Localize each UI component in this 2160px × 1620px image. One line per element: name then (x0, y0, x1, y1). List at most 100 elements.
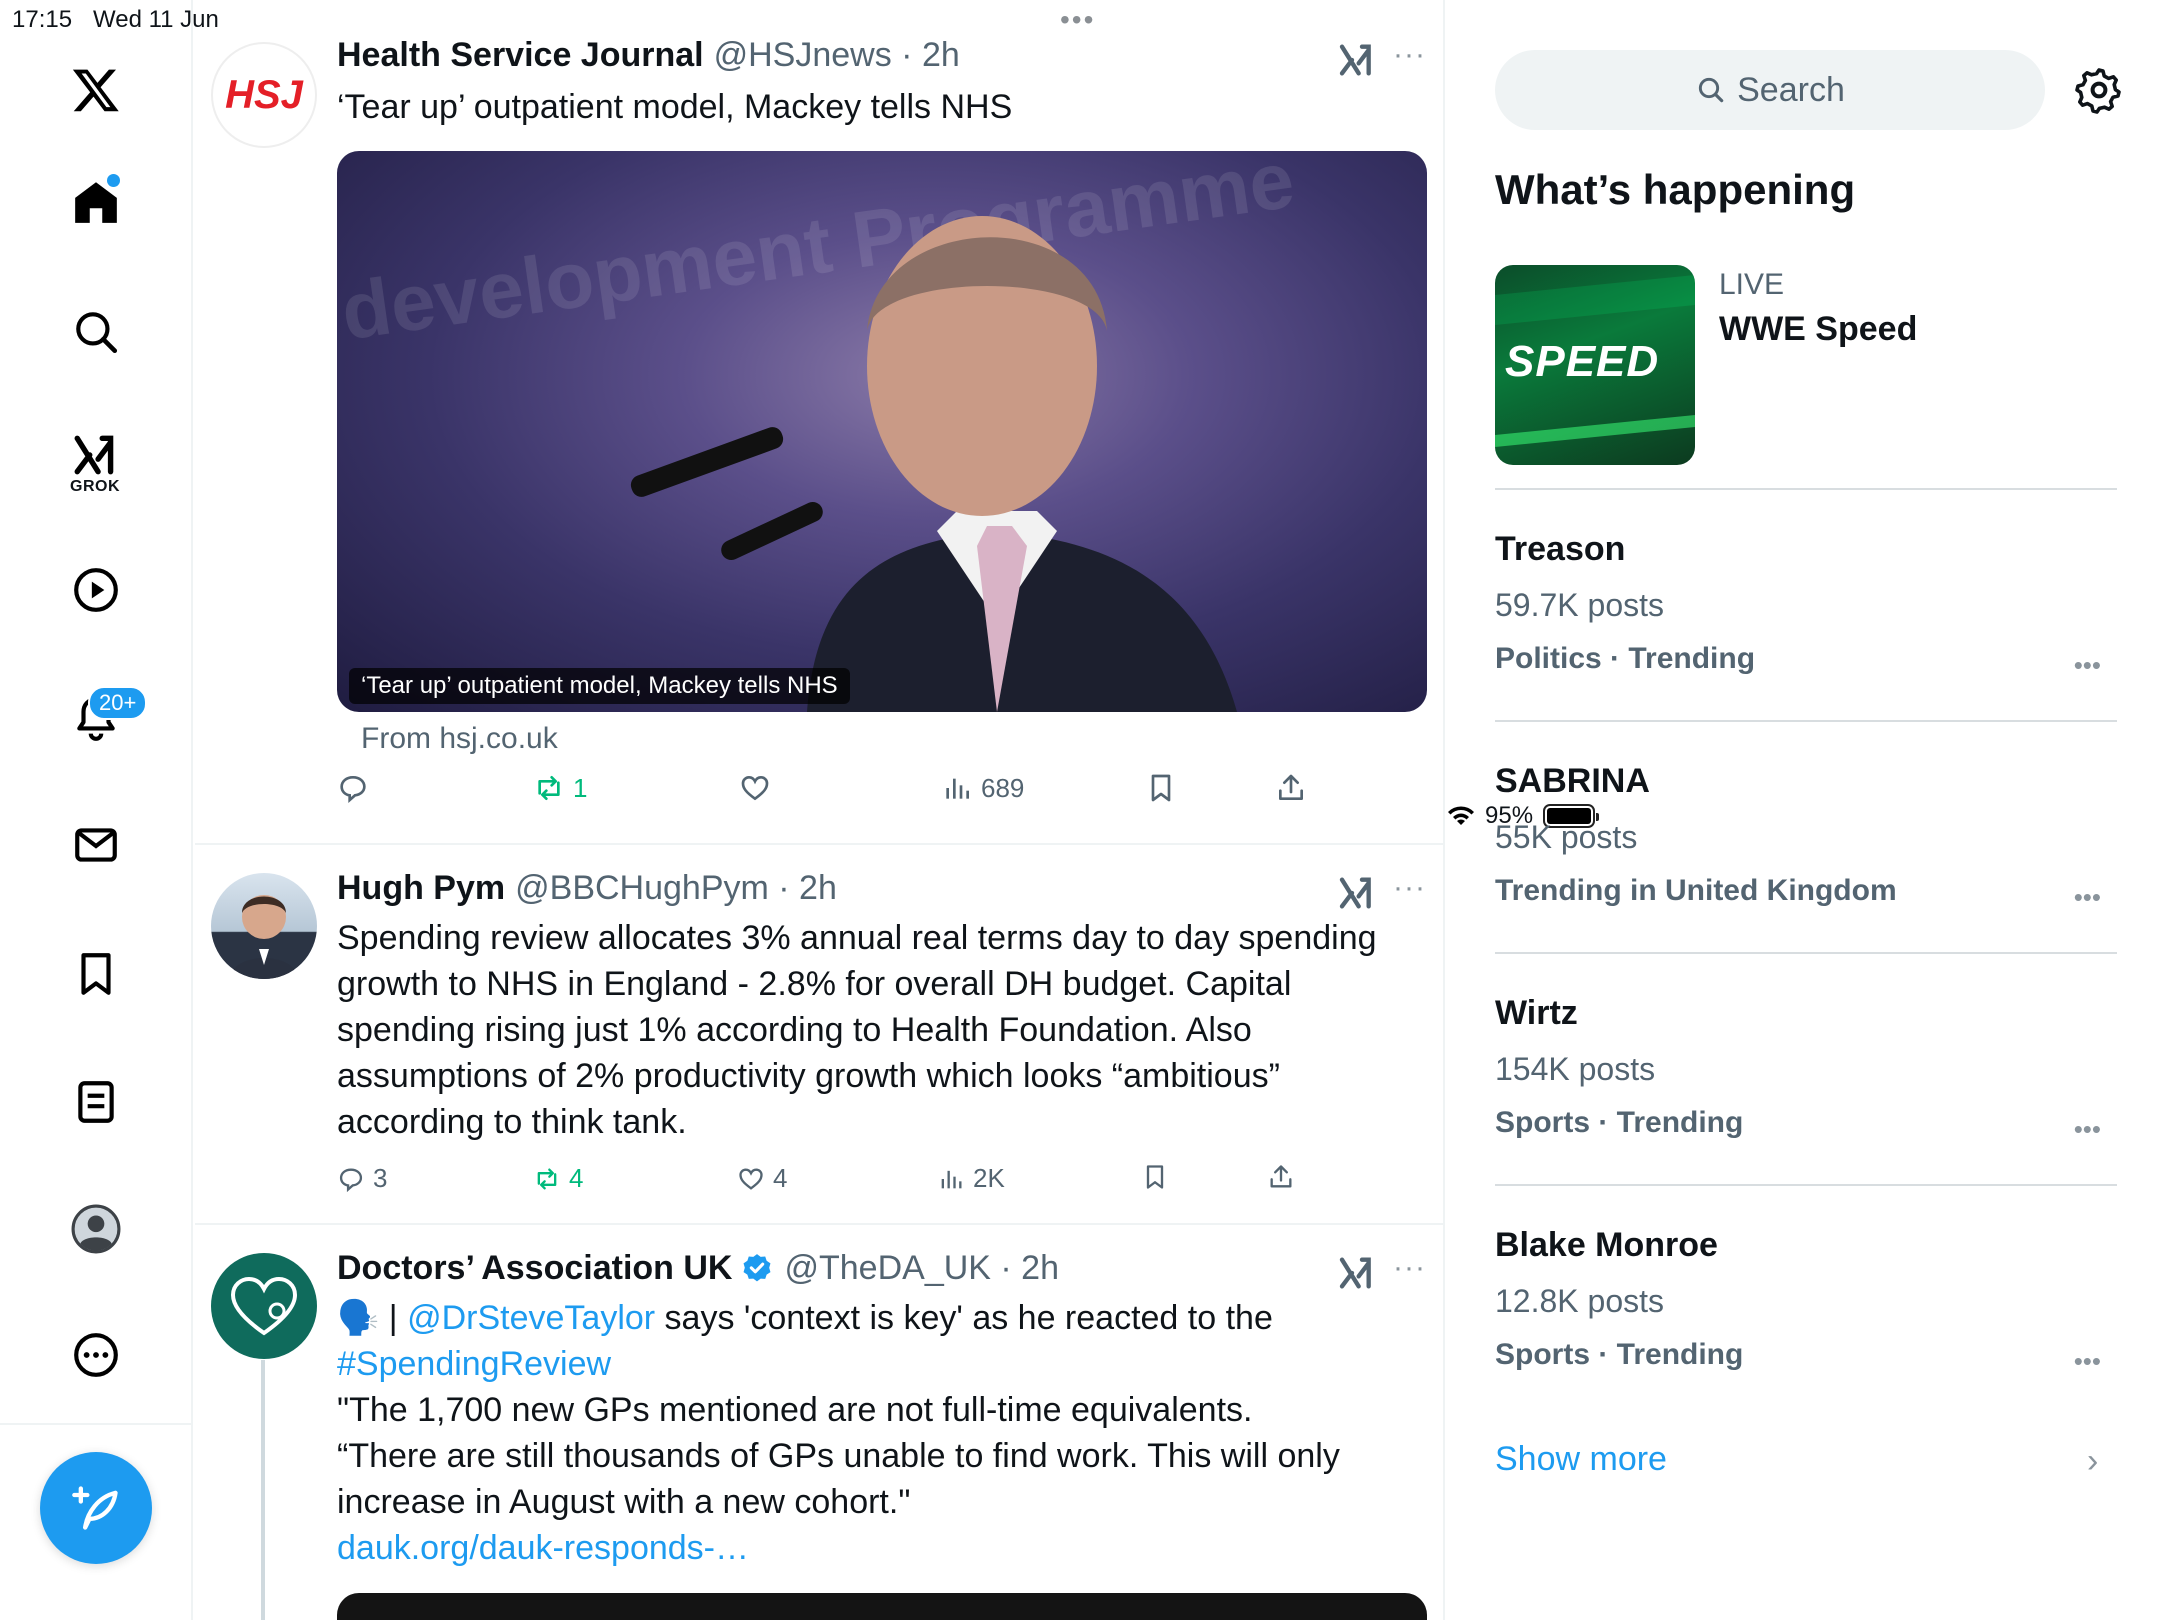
post-header: Doctors’ Association UK @TheDA_UK · 2h (337, 1249, 1059, 1288)
author-name[interactable]: Hugh Pym (337, 869, 505, 908)
repost-count: 1 (573, 772, 588, 803)
trend-item[interactable]: Blake Monroe 12.8K posts Sports · Trendi… (1495, 1226, 2117, 1416)
like-button[interactable]: 4 (737, 1163, 787, 1194)
bookmark-button[interactable] (1141, 1163, 1169, 1191)
trend-post-count: 59.7K posts (1495, 587, 1664, 623)
hsj-logo: HSJ (225, 72, 303, 117)
trend-category: Trending in United Kingdom (1495, 874, 1897, 907)
divider (1495, 488, 2117, 490)
lists-icon[interactable] (66, 1072, 126, 1132)
trend-more-icon[interactable]: ••• (2074, 1114, 2101, 1145)
grok-icon[interactable] (66, 425, 126, 485)
divider (1495, 720, 2117, 722)
search-input[interactable]: Search (1495, 50, 2045, 130)
search-placeholder: Search (1737, 70, 1845, 109)
nav-divider (0, 1423, 193, 1425)
views-button[interactable]: 2K (937, 1163, 1005, 1194)
compose-feather-icon (72, 1486, 118, 1530)
right-sidebar: Search What’s happening SPEED LIVE WWE S… (1447, 0, 2160, 1620)
trend-post-count: 12.8K posts (1495, 1283, 1664, 1319)
post-media-image[interactable]: development Programme ‘Tear up’ outpatie… (337, 151, 1427, 712)
media-portrait-illustration (630, 216, 1237, 712)
repost-button[interactable]: 4 (533, 1163, 583, 1194)
quote-line-2: “There are still thousands of GPs unable… (337, 1437, 1340, 1521)
trend-more-icon[interactable]: ••• (2074, 650, 2101, 681)
thread-line (261, 1360, 265, 1620)
post-text: Spending review allocates 3% annual real… (337, 919, 1377, 1141)
author-handle[interactable]: @TheDA_UK · 2h (784, 1249, 1059, 1288)
trend-name: Treason (1495, 530, 1626, 568)
trend-item[interactable]: Treason 59.7K posts Politics · Trending … (1495, 530, 2117, 720)
video-play-icon[interactable] (66, 560, 126, 620)
post-hugh-pym[interactable]: Hugh Pym @BBCHughPym · 2h ··· Spending r… (195, 845, 1443, 1225)
trend-item[interactable]: SABRINA 55K posts Trending in United Kin… (1495, 762, 2117, 952)
bookmarks-icon[interactable] (66, 944, 126, 1004)
link-source[interactable]: From hsj.co.uk (361, 722, 558, 756)
views-chart-icon (941, 1170, 962, 1188)
bookmark-icon (1151, 774, 1171, 802)
author-handle[interactable]: @BBCHughPym · 2h (515, 869, 837, 908)
post-more-icon[interactable]: ··· (1393, 1251, 1426, 1285)
x-logo-icon[interactable] (66, 60, 126, 120)
post-more-icon[interactable]: ··· (1393, 871, 1426, 905)
heart-icon (741, 775, 769, 801)
post-dauk[interactable]: Doctors’ Association UK @TheDA_UK · 2h ·… (195, 1225, 1443, 1620)
author-handle[interactable]: @HSJnews · 2h (714, 36, 960, 75)
home-unread-dot (107, 174, 120, 187)
post-actions: 3 4 4 2K (337, 1163, 1337, 1213)
post-more-icon[interactable]: ··· (1393, 38, 1426, 72)
dauk-logo-heart-icon (230, 1276, 298, 1336)
trend-name: Wirtz (1495, 994, 1578, 1032)
compose-post-button[interactable] (40, 1452, 152, 1564)
grok-explain-icon[interactable] (1337, 1253, 1377, 1293)
live-event-thumbnail[interactable]: SPEED (1495, 265, 1695, 465)
reply-button[interactable]: 3 (337, 1163, 387, 1194)
author-name[interactable]: Doctors’ Association UK (337, 1249, 732, 1288)
show-more-link[interactable]: Show more (1495, 1440, 1667, 1479)
reply-icon (340, 775, 366, 803)
mention-link[interactable]: @DrSteveTaylor (407, 1299, 655, 1337)
post-hsj[interactable]: HSJ Health Service Journal @HSJnews · 2h… (195, 0, 1443, 845)
like-count: 4 (773, 1163, 788, 1193)
search-icon[interactable] (66, 302, 126, 362)
trend-item[interactable]: Wirtz 154K posts Sports · Trending ••• (1495, 994, 2117, 1184)
search-icon (1698, 77, 1724, 103)
hashtag-link[interactable]: #SpendingReview (337, 1345, 611, 1383)
trend-post-count: 55K posts (1495, 819, 1638, 855)
author-name[interactable]: Health Service Journal (337, 36, 704, 75)
profile-avatar-icon[interactable] (66, 1199, 126, 1259)
bookmark-button[interactable] (1145, 772, 1177, 804)
like-button[interactable] (739, 772, 771, 804)
grok-label: GROK (70, 478, 120, 495)
separator-text: | (379, 1299, 408, 1337)
more-options-icon[interactable] (66, 1325, 126, 1385)
notifications-badge: 20+ (88, 686, 148, 720)
post-media-preview[interactable] (337, 1593, 1427, 1620)
timeline-feed: HSJ Health Service Journal @HSJnews · 2h… (195, 0, 1445, 1620)
avatar[interactable] (211, 1253, 317, 1359)
share-button[interactable] (1275, 772, 1307, 804)
avatar[interactable] (211, 873, 317, 979)
grok-explain-icon[interactable] (1337, 873, 1377, 913)
reply-icon (339, 1167, 363, 1192)
share-button[interactable] (1267, 1163, 1295, 1191)
article-link[interactable]: dauk.org/dauk-responds-… (337, 1529, 749, 1567)
avatar[interactable]: HSJ (211, 42, 317, 148)
trend-category: Sports · Trending (1495, 1106, 1744, 1139)
views-chart-icon (946, 778, 969, 799)
settings-gear-icon[interactable] (2075, 66, 2123, 114)
quote-line-1: "The 1,700 new GPs mentioned are not ful… (337, 1391, 1253, 1429)
trend-more-icon[interactable]: ••• (2074, 882, 2101, 913)
live-thumb-text: SPEED (1505, 337, 1660, 386)
messages-envelope-icon[interactable] (66, 815, 126, 875)
reply-button[interactable] (337, 772, 369, 804)
trend-post-count: 154K posts (1495, 1051, 1656, 1087)
avatar-portrait (229, 895, 299, 979)
views-button[interactable]: 689 (941, 772, 1024, 804)
repost-button[interactable]: 1 (533, 772, 587, 804)
trend-name: Blake Monroe (1495, 1226, 1718, 1264)
grok-explain-icon[interactable] (1337, 40, 1377, 80)
live-title[interactable]: WWE Speed (1719, 310, 1917, 349)
share-icon (1279, 774, 1303, 800)
trend-more-icon[interactable]: ••• (2074, 1346, 2101, 1377)
